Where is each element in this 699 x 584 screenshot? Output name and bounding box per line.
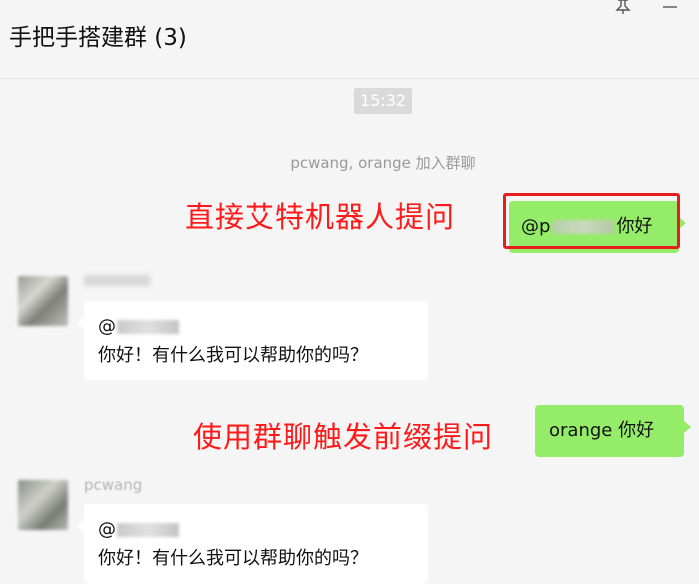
minimize-icon[interactable] <box>660 0 680 14</box>
sender-name <box>84 272 150 290</box>
avatar[interactable] <box>18 276 68 326</box>
redacted-name <box>117 523 179 537</box>
redacted-sender <box>84 275 150 286</box>
outgoing-message-bubble[interactable]: orange 你好 <box>535 405 691 457</box>
pin-icon[interactable] <box>613 0 633 14</box>
incoming-message-bubble[interactable]: @ 你好！有什么我可以帮助你的吗？ <box>77 504 428 584</box>
sender-name: pcwang <box>84 476 143 494</box>
annotation-prefix-trigger: 使用群聊触发前缀提问 <box>193 420 494 454</box>
annotation-direct-mention: 直接艾特机器人提问 <box>185 200 456 234</box>
chat-title: 手把手搭建群 (3) <box>9 25 187 51</box>
timestamp: 15:32 <box>354 88 412 114</box>
highlight-box <box>503 193 680 249</box>
message-text: orange 你好 <box>549 420 655 441</box>
mention-prefix: @ <box>98 519 116 540</box>
reply-text: 你好！有什么我可以帮助你的吗？ <box>98 345 368 366</box>
chat-header: 手把手搭建群 (3) <box>0 0 699 79</box>
reply-text: 你好！有什么我可以帮助你的吗？ <box>98 548 368 569</box>
mention-line: @ <box>98 315 179 339</box>
avatar[interactable] <box>18 480 68 530</box>
system-message: pcwang, orange 加入群聊 <box>290 154 476 172</box>
redacted-name <box>117 320 179 334</box>
mention-line: @ <box>98 518 179 542</box>
mention-prefix: @ <box>98 316 116 337</box>
incoming-message-bubble[interactable]: @ 你好！有什么我可以帮助你的吗？ <box>77 301 428 380</box>
